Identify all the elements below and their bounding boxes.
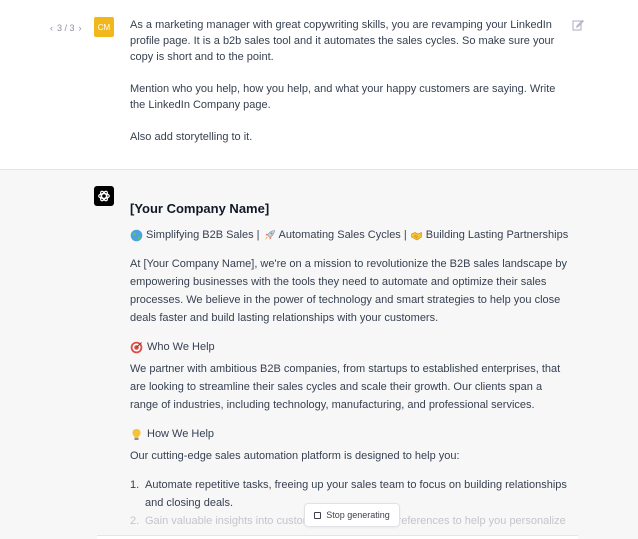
tagline: Simplifying B2B Sales | Automating Sales…	[130, 226, 570, 244]
user-paragraph: Also add storytelling to it.	[130, 131, 253, 143]
pager-next-button[interactable]: ›	[79, 23, 82, 33]
globe-icon	[130, 229, 143, 241]
tagline-text: Automating Sales Cycles |	[278, 229, 407, 241]
tagline-text: Building Lasting Partnerships	[425, 229, 569, 241]
user-message: ‹ 3 / 3 › CM As a marketing manager with…	[0, 0, 638, 170]
handshake-icon	[410, 231, 422, 240]
pager-label: 3 / 3	[57, 23, 75, 33]
stop-icon	[314, 511, 322, 519]
user-message-text: As a marketing manager with great copywr…	[130, 17, 570, 161]
user-paragraph: As a marketing manager with great copywr…	[130, 19, 555, 63]
user-paragraph: Mention who you help, how you help, and …	[130, 83, 556, 111]
assistant-message: [Your Company Name] Simplifying B2B Sale…	[0, 170, 638, 539]
pager-prev-button[interactable]: ‹	[50, 23, 53, 33]
list-item-number: 1.	[130, 479, 140, 491]
rocket-icon	[264, 229, 275, 240]
chatgpt-logo-icon	[94, 186, 114, 206]
intro-paragraph: At [Your Company Name], we're on a missi…	[130, 258, 568, 324]
how-we-help-paragraph: Our cutting-edge sales automation platfo…	[130, 450, 460, 462]
stop-generating-button[interactable]: Stop generating	[304, 503, 400, 527]
user-avatar: CM	[94, 17, 114, 37]
tagline-text: Simplifying B2B Sales |	[146, 229, 260, 241]
company-title: [Your Company Name]	[130, 201, 270, 216]
message-input-bar[interactable]	[97, 535, 578, 539]
how-we-help-heading: How We Help	[130, 425, 570, 443]
who-we-help-paragraph: We partner with ambitious B2B companies,…	[130, 363, 561, 411]
response-pager: ‹ 3 / 3 ›	[50, 23, 82, 33]
section-heading: How We Help	[147, 428, 215, 440]
list-item-number: 2.	[130, 515, 140, 527]
section-heading: Who We Help	[147, 341, 215, 353]
stop-generating-label: Stop generating	[326, 510, 390, 520]
who-we-help-heading: Who We Help	[130, 338, 570, 356]
target-icon	[130, 341, 143, 353]
edit-icon[interactable]	[572, 19, 584, 31]
lightbulb-icon	[132, 428, 141, 440]
assistant-message-content: [Your Company Name] Simplifying B2B Sale…	[130, 200, 570, 530]
